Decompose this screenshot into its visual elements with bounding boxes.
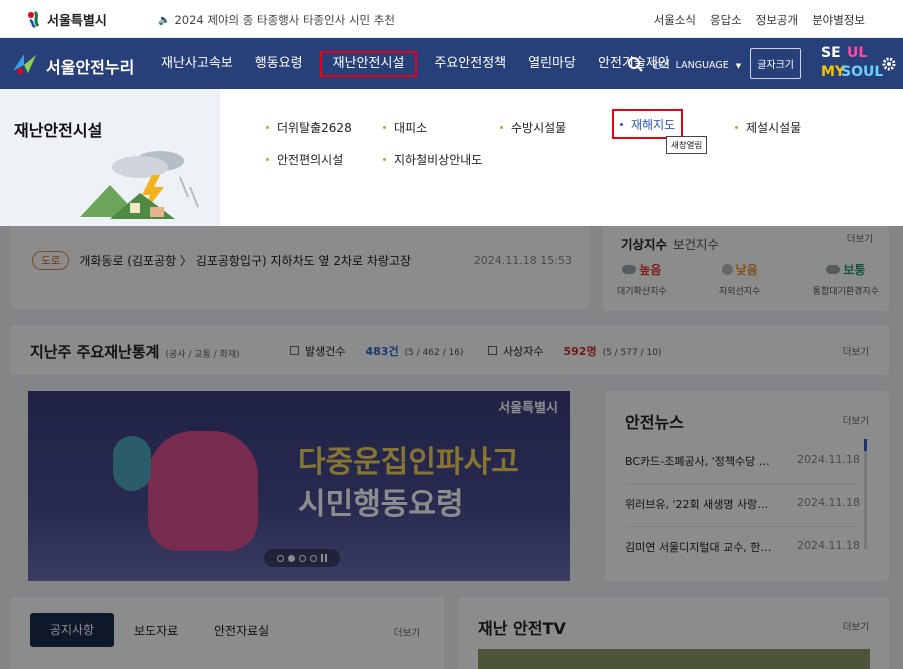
new-window-tooltip: 새창열림 bbox=[666, 136, 708, 154]
menu-disaster-news[interactable]: 재난사고속보 bbox=[150, 51, 244, 77]
caret-down-icon: ▼ bbox=[735, 61, 742, 70]
disaster-illustration bbox=[80, 147, 210, 223]
utility-links: 서울소식 응답소 정보공개 분야별정보 bbox=[654, 12, 865, 28]
seoul-logo[interactable]: 서울특별시 bbox=[26, 9, 107, 29]
submenu-flood-facilities[interactable]: 수방시설물 bbox=[500, 119, 566, 136]
utility-bar: 서울특별시 🔈 2024 제야의 종 타종행사 타종인사 시민 추천 서울소식 … bbox=[0, 0, 903, 38]
font-size-button[interactable]: 글자크기 bbox=[750, 48, 801, 79]
mega-menu-panel: 재난안전시설 더위탈출2628 대피소 수방시설물 재해지도 제설시설물 안전편… bbox=[0, 89, 903, 226]
safety-nuri-logo-icon bbox=[10, 51, 40, 81]
submenu-subway-emergency[interactable]: 지하철비상안내도 bbox=[383, 151, 482, 168]
submenu-heat-escape[interactable]: 더위탈출2628 bbox=[266, 119, 352, 136]
menu-action-guide[interactable]: 행동요령 bbox=[244, 51, 314, 77]
submenu-snow-facilities[interactable]: 제설시설물 bbox=[735, 119, 801, 136]
seoul-logo-icon bbox=[26, 10, 44, 29]
submenu-disaster-map[interactable]: 재해지도 bbox=[612, 109, 684, 139]
menu-safety-policy[interactable]: 주요안전정책 bbox=[423, 51, 517, 77]
mega-menu-side: 재난안전시설 bbox=[0, 89, 220, 226]
language-select[interactable]: 언어 LANGUAGE ▼ bbox=[652, 57, 741, 71]
search-icon[interactable] bbox=[627, 56, 643, 72]
menu-safety-facilities[interactable]: 재난안전시설 bbox=[319, 50, 418, 77]
main-nav: 서울안전누리 재난사고속보 행동요령 재난안전시설 주요안전정책 열린마당 안전… bbox=[0, 38, 903, 89]
menu-open-forum[interactable]: 열린마당 bbox=[517, 51, 587, 77]
seoul-my-soul-logo[interactable]: SE UL MY SOUL bbox=[819, 43, 883, 85]
link-eungdapso[interactable]: 응답소 bbox=[710, 12, 742, 28]
submenu-safety-convenience[interactable]: 안전편의시설 bbox=[266, 151, 343, 168]
site-brand[interactable]: 서울안전누리 bbox=[10, 51, 134, 81]
nav-tools: 언어 LANGUAGE ▼ 글자크기 SE UL MY SOUL bbox=[627, 38, 903, 89]
link-field-info[interactable]: 분야별정보 bbox=[812, 12, 865, 28]
link-seoul-news[interactable]: 서울소식 bbox=[654, 12, 696, 28]
mega-menu-title: 재난안전시설 bbox=[14, 121, 103, 140]
dim-overlay bbox=[0, 226, 903, 669]
submenu-shelter[interactable]: 대피소 bbox=[383, 119, 427, 136]
speaker-icon: 🔈 bbox=[158, 14, 171, 26]
gnb-menu: 재난사고속보 행동요령 재난안전시설 주요안전정책 열린마당 안전기술제안 bbox=[150, 38, 681, 89]
top-notice[interactable]: 🔈 2024 제야의 종 타종행사 타종인사 시민 추천 bbox=[158, 12, 395, 28]
gear-icon[interactable] bbox=[881, 56, 897, 72]
link-info-open[interactable]: 정보공개 bbox=[756, 12, 798, 28]
